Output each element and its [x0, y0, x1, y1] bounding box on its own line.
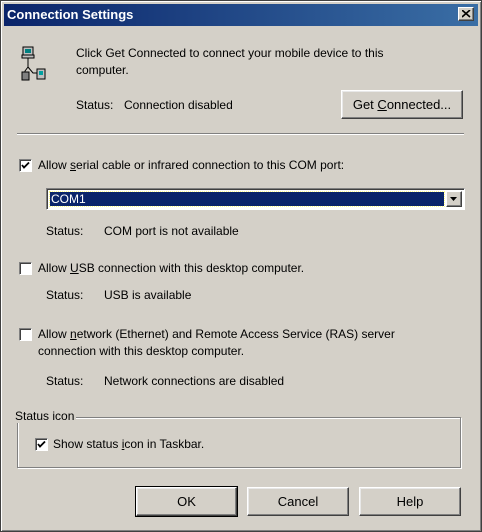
com-port-select[interactable]: COM1 [46, 188, 465, 210]
network-status-value: Network connections are disabled [104, 374, 285, 388]
network-checkbox-label-line2[interactable]: connection with this desktop computer. [38, 344, 244, 358]
serial-checkbox-label[interactable]: Allow serial cable or infrared connectio… [38, 158, 344, 172]
show-status-icon-label[interactable]: Show status icon in Taskbar. [53, 437, 204, 451]
intro-text-line2: computer. [76, 63, 129, 77]
network-status-label: Status: [46, 374, 84, 388]
pc-device-connection-icon [19, 45, 51, 81]
network-label-accel: n [70, 327, 77, 341]
usb-checkbox[interactable] [19, 262, 32, 275]
get-connected-label-post: onnected... [386, 97, 452, 112]
serial-label-post: erial cable or infrared connection to th… [76, 158, 345, 172]
connection-settings-dialog: Connection Settings Click Get Connected … [0, 0, 482, 532]
intro-text-line1: Click Get Connected to connect your mobi… [76, 46, 384, 60]
usb-label-post: SB connection with this desktop computer… [78, 261, 305, 275]
network-checkbox-label[interactable]: Allow network (Ethernet) and Remote Acce… [38, 327, 395, 341]
status-icon-label-pre: Show status [53, 437, 122, 451]
close-icon [462, 10, 471, 18]
checkmark-icon [37, 440, 46, 448]
title-bar[interactable]: Connection Settings [4, 4, 478, 26]
com-port-selected-value: COM1 [49, 191, 445, 207]
serial-status-value: COM port is not available [104, 224, 239, 238]
com-port-dropdown-button[interactable] [446, 191, 462, 207]
network-label-post: etwork (Ethernet) and Remote Access Serv… [76, 327, 395, 341]
window-title: Connection Settings [7, 7, 134, 22]
status-icon-group-legend: Status icon [13, 409, 77, 423]
usb-label-pre: Allow [38, 261, 71, 275]
serial-checkbox[interactable] [19, 159, 32, 172]
chevron-down-icon [450, 197, 457, 201]
serial-status-label: Status: [46, 224, 84, 238]
usb-status-label: Status: [46, 288, 84, 302]
get-connected-label-accel: C [377, 97, 387, 112]
help-button[interactable]: Help [359, 487, 461, 516]
network-checkbox[interactable] [19, 328, 32, 341]
serial-label-pre: Allow [38, 158, 71, 172]
show-status-icon-checkbox[interactable] [35, 438, 48, 451]
connection-status-value: Connection disabled [124, 98, 233, 112]
cancel-button[interactable]: Cancel [247, 487, 349, 516]
get-connected-label-pre: Get [352, 97, 378, 112]
checkmark-icon [21, 161, 30, 169]
ok-button[interactable]: OK [135, 486, 238, 517]
status-icon-label-post: con in Taskbar. [124, 437, 205, 451]
connection-status-label: Status: [76, 98, 114, 112]
usb-label-accel: U [70, 261, 79, 275]
usb-status-value: USB is available [104, 288, 192, 302]
get-connected-button[interactable]: Get Connected... [341, 90, 463, 119]
usb-checkbox-label[interactable]: Allow USB connection with this desktop c… [38, 261, 304, 275]
close-button[interactable] [458, 7, 474, 21]
separator [17, 133, 464, 135]
network-label-pre: Allow [38, 327, 71, 341]
